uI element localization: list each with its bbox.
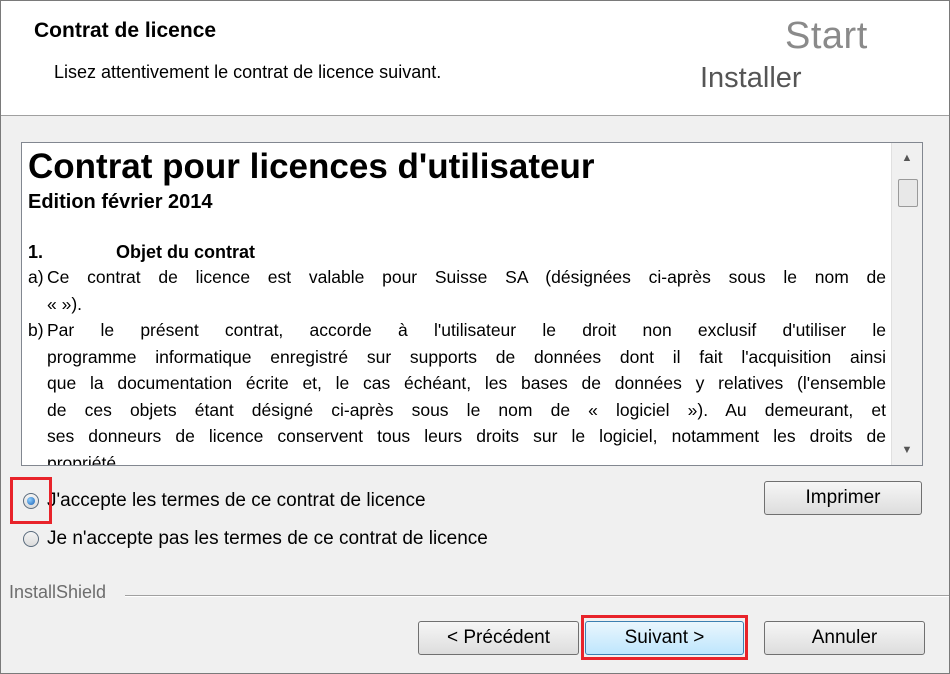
accept-radio-highlight <box>10 477 52 524</box>
cancel-button[interactable]: Annuler <box>764 621 925 655</box>
accept-radio-label[interactable]: J'accepte les termes de ce contrat de li… <box>47 490 426 512</box>
section-heading: 1. Objet du contrat <box>28 242 886 264</box>
back-button[interactable]: < Précédent <box>418 621 579 655</box>
decline-radio-button[interactable] <box>23 531 39 547</box>
paragraph-b-marker: b) <box>28 320 44 340</box>
page-subtitle: Lisez attentivement le contrat de licenc… <box>54 62 442 82</box>
page-title: Contrat de licence <box>34 19 217 42</box>
license-heading: Contrat pour licences d'utilisateur <box>28 147 595 186</box>
paragraph-a-line: Ce contrat de licence est valable pour S… <box>47 267 886 287</box>
accept-radio-option[interactable]: J'accepte les termes de ce contrat de li… <box>23 487 426 515</box>
scroll-down-arrow-icon[interactable]: ▼ <box>892 435 922 465</box>
paragraph-a-marker: a) <box>28 267 44 287</box>
section-number: 1. <box>28 242 44 262</box>
vertical-scrollbar[interactable]: ▲ ▼ <box>891 143 922 465</box>
license-edition: Edition février 2014 <box>28 191 213 213</box>
decline-radio-option[interactable]: Je n'accepte pas les termes de ce contra… <box>23 525 488 553</box>
paragraph-b-line: de ces objets étant désigné ci-après sou… <box>47 399 886 420</box>
next-button-highlight <box>581 615 748 660</box>
logo-start-text: Start <box>785 15 868 57</box>
header-banner: Contrat de licence Lisez attentivement l… <box>1 1 949 116</box>
footer-divider <box>125 595 949 597</box>
section-title: Objet du contrat <box>116 242 255 262</box>
paragraph-a-line: « »). <box>47 293 83 314</box>
paragraph-b: b) Par le présent contrat, accorde à l'u… <box>28 317 886 466</box>
scroll-up-arrow-icon[interactable]: ▲ <box>892 143 922 173</box>
installshield-brand: InstallShield <box>9 582 107 602</box>
print-button[interactable]: Imprimer <box>764 481 922 515</box>
paragraph-a: a) Ce contrat de licence est valable pou… <box>28 264 886 317</box>
logo-installer-text: Installer <box>700 62 802 94</box>
paragraph-b-line: que la documentation écrite et, le cas é… <box>47 373 886 393</box>
paragraph-b-line: propriété <box>47 452 117 466</box>
license-text-box[interactable]: Contrat pour licences d'utilisateur Edit… <box>21 142 923 466</box>
paragraph-b-line: programme informatique enregistré sur su… <box>47 346 886 367</box>
license-content: Contrat pour licences d'utilisateur Edit… <box>28 147 886 466</box>
decline-radio-label[interactable]: Je n'accepte pas les termes de ce contra… <box>47 528 488 550</box>
installer-window: Contrat de licence Lisez attentivement l… <box>0 0 950 674</box>
scroll-thumb[interactable] <box>898 179 918 207</box>
paragraph-b-line: ses donneurs de licence conservent tous … <box>47 426 886 446</box>
paragraph-b-line: Par le présent contrat, accorde à l'util… <box>47 320 886 340</box>
